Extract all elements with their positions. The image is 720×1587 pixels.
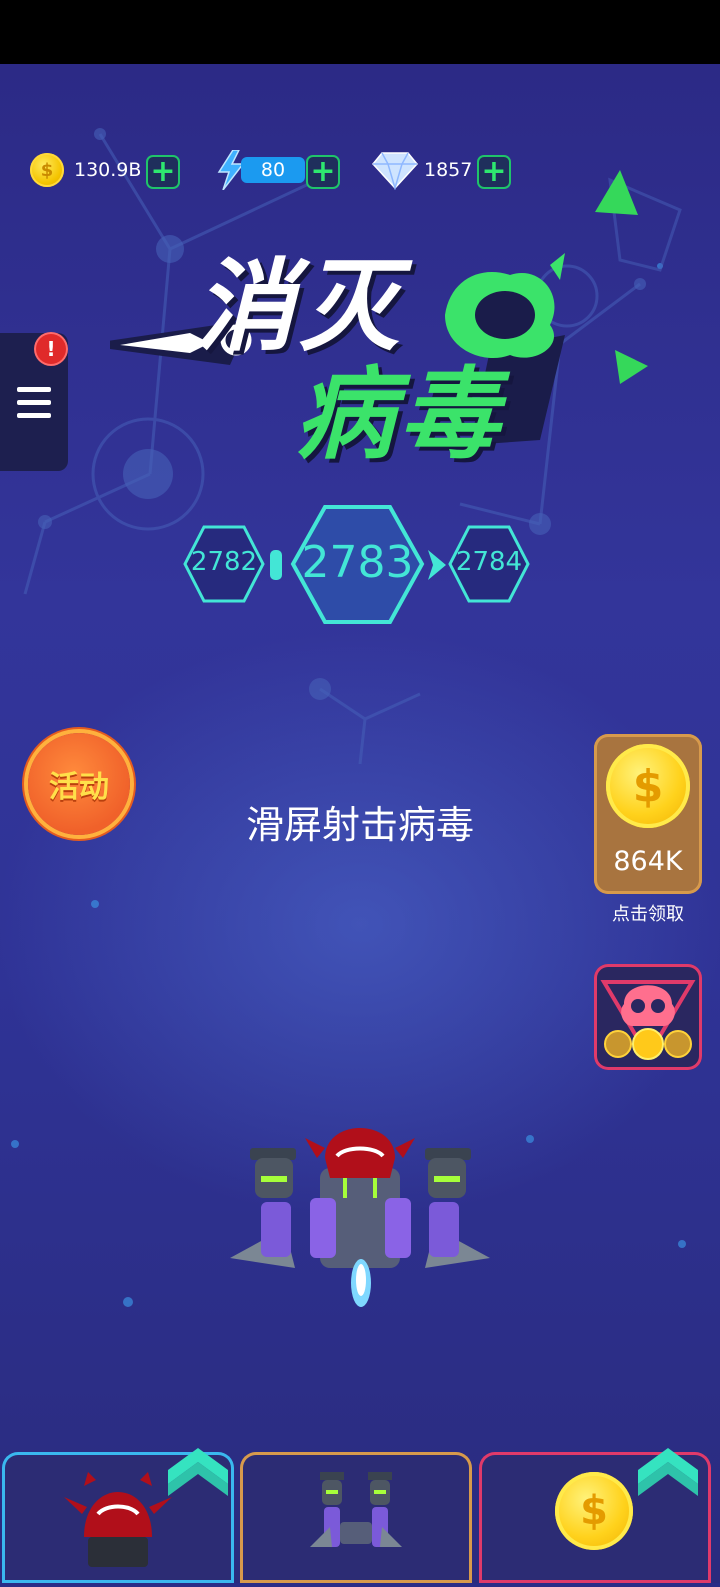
virus-skull-coins-icon [600,980,696,1060]
current-level[interactable]: 2783 [293,537,422,588]
player-spaceship[interactable] [225,1118,495,1318]
level-selector [183,505,530,624]
previous-level[interactable]: 2782 [185,547,263,577]
double-chevron-up-icon [638,1448,698,1496]
claim-label[interactable]: 点击领取 [594,900,702,926]
ship-upgrade-tab[interactable] [240,1452,472,1583]
next-level[interactable]: 2784 [450,547,528,577]
double-chevron-up-icon [168,1448,228,1496]
virus-coin-reward-button[interactable] [594,964,702,1070]
wingman-ships-icon [310,1472,402,1547]
coin-icon: $ [606,744,690,828]
coin-reward-card[interactable]: $ 864K [594,734,702,894]
coin-icon: $ [555,1472,633,1550]
reward-amount: 864K [613,846,683,877]
